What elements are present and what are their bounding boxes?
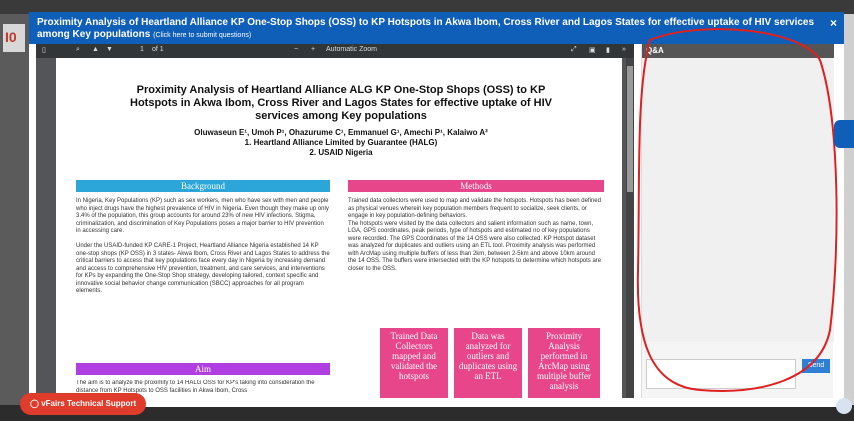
technical-support-button[interactable]: ◯ vFairs Technical Support (20, 393, 146, 415)
poster-page: Proximity Analysis of Heartland Alliance… (56, 58, 622, 398)
send-button[interactable]: Send (802, 359, 830, 373)
qa-panel: Q&A Send (641, 44, 834, 398)
page-number-input[interactable]: 1 (140, 46, 144, 53)
chat-icon: ◯ (30, 399, 42, 408)
next-page-icon[interactable]: ▼ (106, 46, 113, 53)
support-label: vFairs Technical Support (41, 399, 137, 408)
method-step-box: Proximity Analysis performed in ArcMap u… (528, 328, 600, 398)
bookmark-icon[interactable]: ▮ (606, 46, 610, 54)
poster-authors: Oluwaseun E¹, Umoh P¹, Ohazurume C¹, Emm… (116, 128, 566, 158)
submit-questions-link[interactable]: (Click here to submit questions) (153, 32, 251, 39)
affiliation-2: 2. USAID Nigeria (309, 148, 373, 157)
viewer-scrollbar[interactable] (626, 58, 634, 398)
question-input[interactable] (646, 359, 796, 389)
modal-title: Proximity Analysis of Heartland Alliance… (37, 17, 815, 40)
qa-messages-area (642, 58, 834, 342)
method-step-box: Trained Data Collectors mapped and valid… (380, 328, 448, 398)
cookie-settings-icon[interactable] (836, 398, 852, 414)
more-tools-icon[interactable]: » (622, 46, 626, 53)
previous-page-icon[interactable]: ▲ (92, 46, 99, 53)
search-icon[interactable]: ⌕ (76, 46, 80, 54)
fullscreen-icon[interactable]: ⤢ (571, 46, 577, 54)
qa-title: Q&A (642, 44, 834, 58)
methods-text: Trained data collectors were used to map… (348, 198, 602, 272)
zoom-out-icon[interactable]: − (294, 46, 298, 53)
pdf-viewer: ▯ ⌕ ▲ ▼ 1 of 1 − + Automatic Zoom ⤢ ▣ ▮ … (36, 44, 634, 398)
page-total: of 1 (152, 46, 164, 53)
authors-line: Oluwaseun E¹, Umoh P¹, Ohazurume C¹, Emm… (194, 128, 488, 137)
poster-modal: Proximity Analysis of Heartland Alliance… (29, 12, 844, 407)
chat-bubble-icon[interactable] (834, 120, 854, 148)
method-step-box: Data was analyzed for outliers and dupli… (454, 328, 522, 398)
affiliation-1: 1. Heartland Alliance Limited by Guarant… (244, 138, 438, 147)
modal-title-bar: Proximity Analysis of Heartland Alliance… (29, 12, 844, 44)
zoom-in-icon[interactable]: + (311, 46, 315, 53)
scrollbar-thumb[interactable] (627, 66, 633, 192)
background-header: Background (76, 180, 330, 192)
sidebar-toggle-icon[interactable]: ▯ (42, 46, 46, 54)
background-text: In Nigeria, Key Populations (KP) such as… (76, 198, 330, 294)
aim-header: Aim (76, 363, 330, 375)
poster-title: Proximity Analysis of Heartland Alliance… (130, 84, 552, 122)
zoom-select[interactable]: Automatic Zoom (326, 46, 377, 53)
methods-header: Methods (348, 180, 604, 192)
close-icon[interactable]: × (830, 16, 837, 30)
pdf-toolbar: ▯ ⌕ ▲ ▼ 1 of 1 − + Automatic Zoom ⤢ ▣ ▮ … (36, 44, 634, 58)
site-logo: I0 (3, 24, 25, 52)
print-icon[interactable]: ▣ (589, 46, 596, 54)
